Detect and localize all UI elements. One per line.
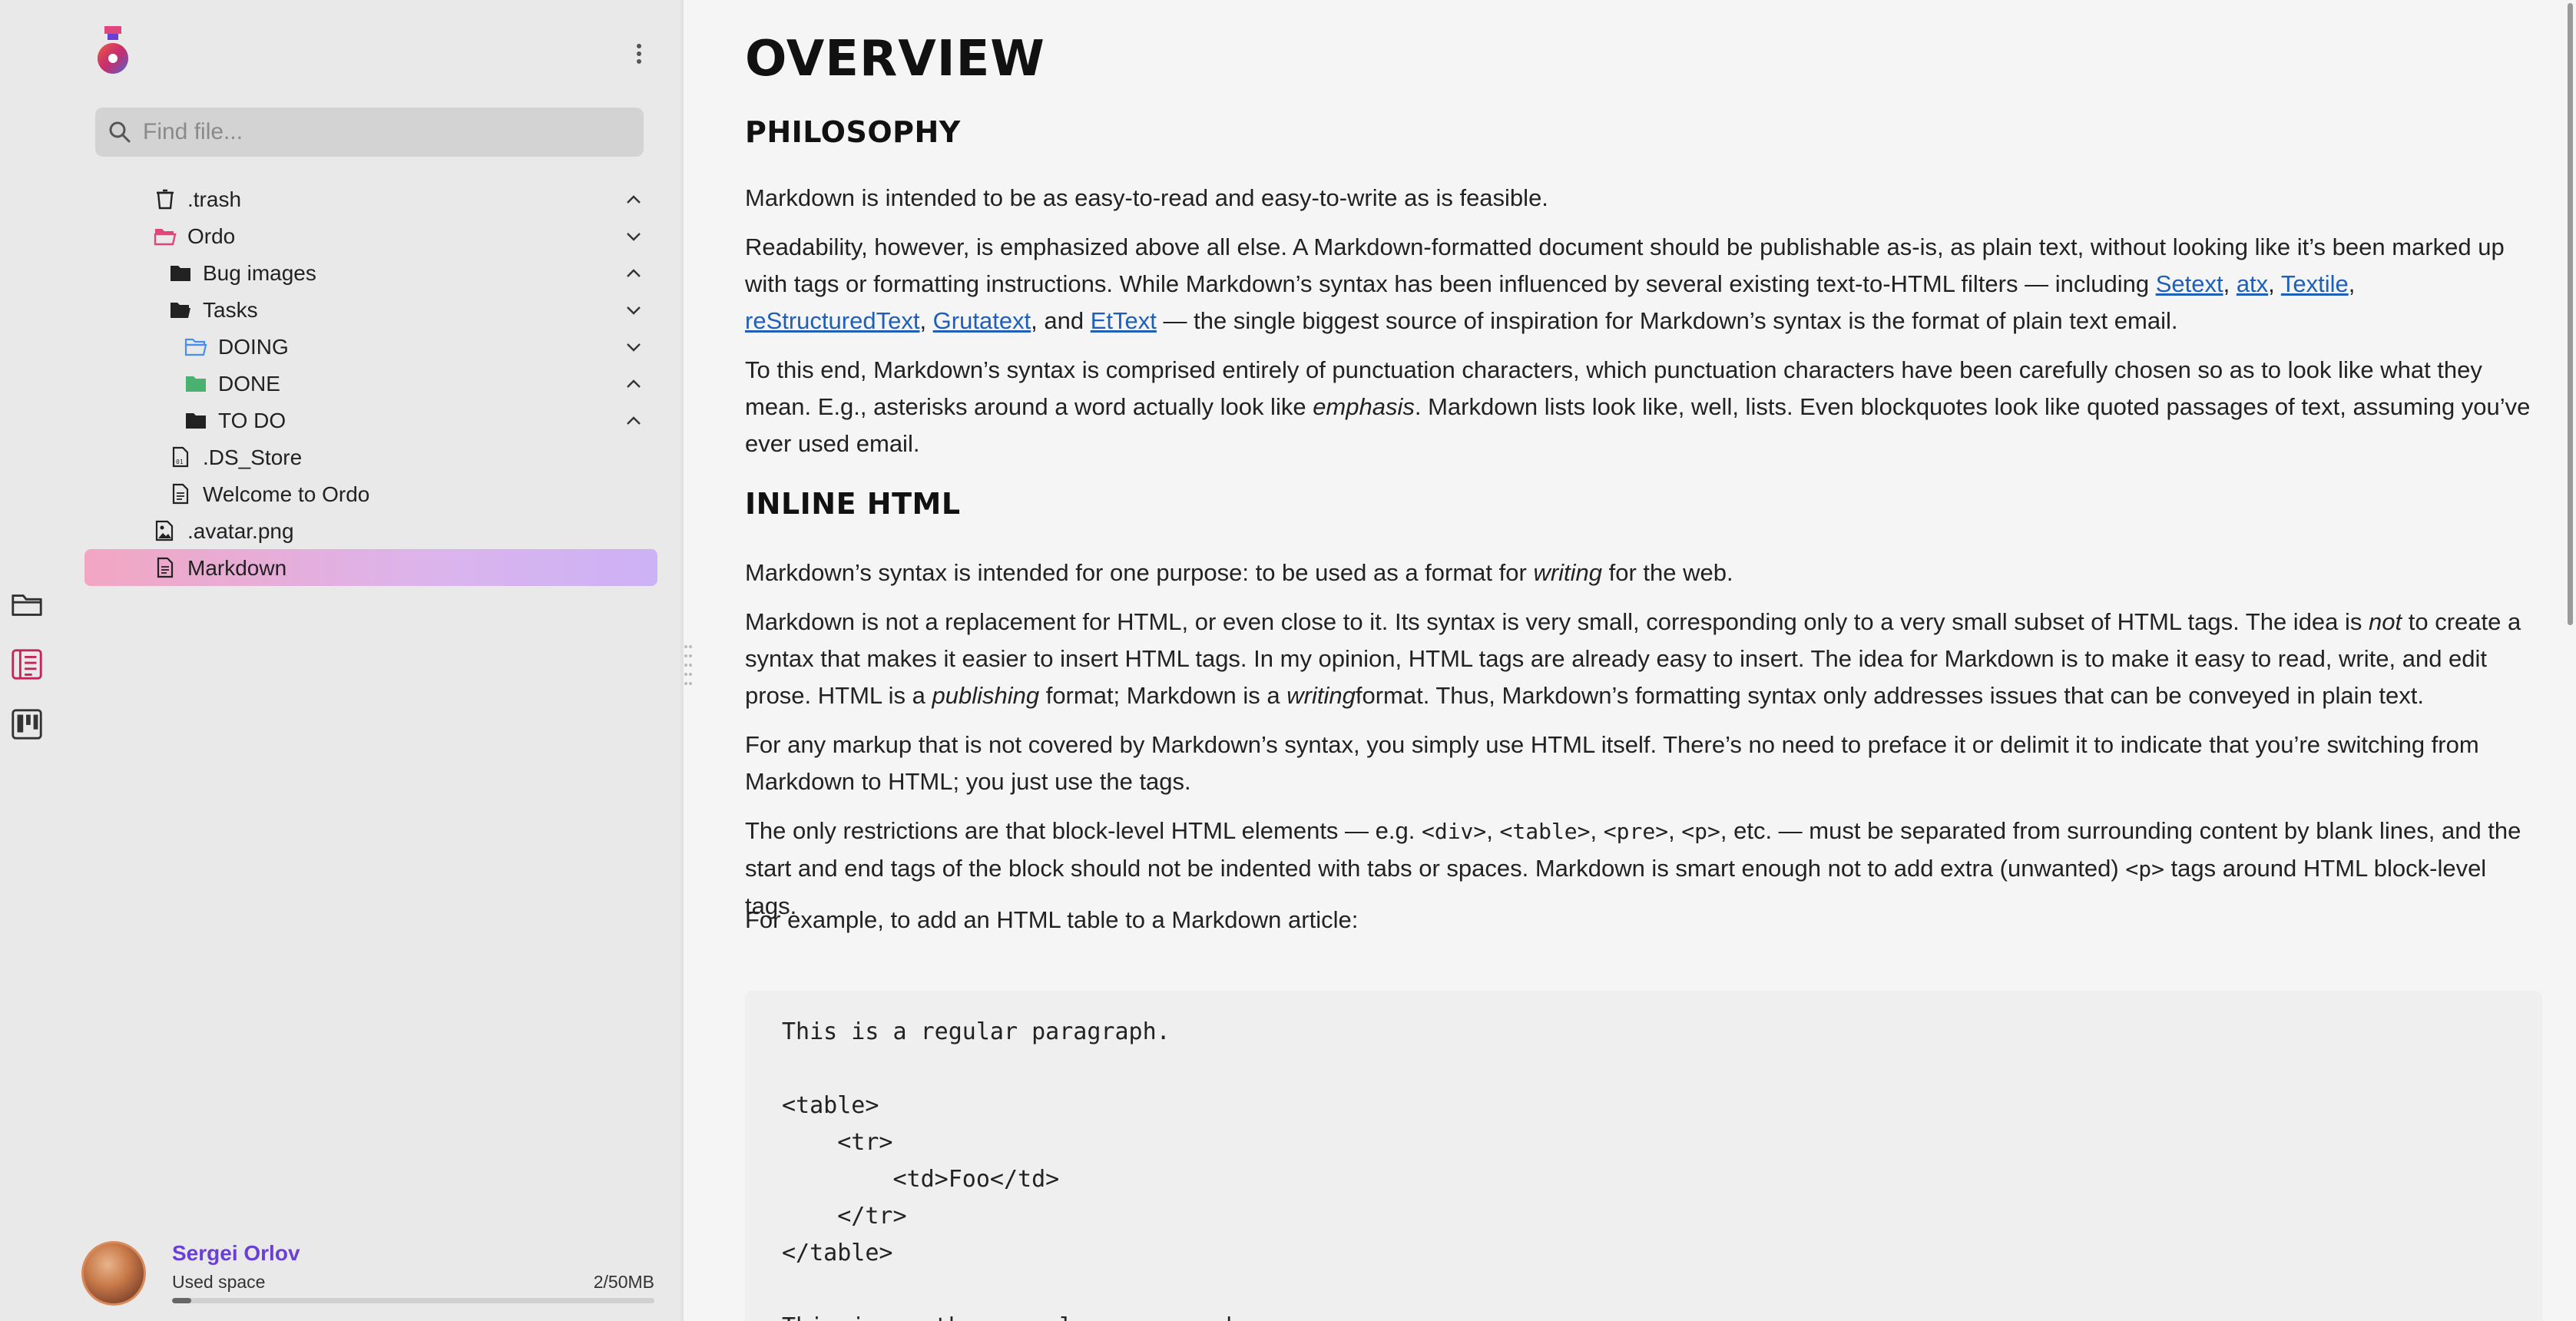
image-file-icon (154, 520, 177, 541)
text-run: format; Markdown is a (1039, 682, 1287, 709)
tree-item-tasks[interactable]: Tasks (84, 291, 657, 328)
paragraph-punctuation: To this end, Markdown’s syntax is compri… (745, 352, 2542, 462)
heading-inline-html: INLINE HTML (745, 487, 961, 521)
link-textile[interactable]: Textile (2281, 270, 2349, 297)
folder-green-icon (184, 372, 207, 394)
chevron-up-icon[interactable] (624, 411, 644, 429)
binary-file-icon: 01 (169, 446, 192, 468)
inline-code: <div> (1421, 819, 1487, 844)
link-ettext[interactable]: EtText (1091, 307, 1157, 334)
user-panel[interactable]: Sergei Orlov Used space 2/50MB (81, 1238, 654, 1309)
code-block[interactable]: This is a regular paragraph. <table> <tr… (745, 991, 2542, 1321)
paragraph: For any markup that is not covered by Ma… (745, 731, 2479, 795)
tree-item-doing[interactable]: DOING (84, 328, 657, 365)
emphasis-text: emphasis (1313, 393, 1415, 420)
chevron-up-icon[interactable] (624, 263, 644, 282)
files-folder-icon[interactable] (8, 585, 46, 624)
tree-item-welcome-to-ordo[interactable]: Welcome to Ordo (84, 475, 657, 512)
ordo-logo-icon (95, 26, 131, 75)
inline-code: <p> (1681, 819, 1720, 844)
document-editor[interactable]: OVERVIEW PHILOSOPHY Markdown is intended… (745, 0, 2542, 1321)
folder-open-icon (169, 299, 192, 320)
chevron-up-icon[interactable] (624, 190, 644, 208)
kanban-icon[interactable] (8, 705, 46, 743)
text-run: Markdown is not a replacement for HTML, … (745, 608, 2369, 635)
chevron-down-icon[interactable] (624, 300, 644, 319)
chevron-up-icon[interactable] (624, 374, 644, 392)
used-space-fill (172, 1298, 192, 1303)
text-run: — the single biggest source of inspirati… (1156, 307, 2178, 334)
emphasis-text: writing (1286, 682, 1356, 709)
more-options-icon[interactable] (631, 38, 647, 69)
link-atx[interactable]: atx (2237, 270, 2268, 297)
folder-open-blue-icon (184, 336, 207, 357)
outline-icon[interactable] (8, 645, 46, 684)
folder-open-pink-icon (154, 225, 177, 247)
user-name: Sergei Orlov (172, 1241, 300, 1265)
activity-rail (0, 0, 54, 1321)
text-run: for the web. (1602, 559, 1733, 586)
text-run: format. Thus, Markdown’s formatting synt… (1355, 682, 2424, 709)
tree-item-label: .avatar.png (187, 519, 294, 543)
tree-item-label: DOING (218, 335, 289, 359)
emphasis-text: not (2369, 608, 2402, 635)
heading-overview: OVERVIEW (745, 31, 1045, 88)
document-icon (154, 557, 177, 578)
document-icon (169, 483, 192, 505)
search-icon (109, 121, 131, 143)
code-text: This is a regular paragraph. <table> <tr… (782, 1018, 1253, 1321)
link-grutatext[interactable]: Grutatext (933, 307, 1031, 334)
tree-item-avatar-png[interactable]: .avatar.png (84, 512, 657, 549)
tree-item-label: Tasks (203, 298, 258, 322)
folder-icon (169, 262, 192, 283)
chevron-down-icon[interactable] (624, 227, 644, 245)
tree-item-bug-images[interactable]: Bug images (84, 254, 657, 291)
used-space-value: 2/50MB (593, 1272, 654, 1292)
search-input[interactable] (141, 118, 636, 146)
inline-code: <table> (1499, 819, 1591, 844)
resize-grip-icon[interactable] (683, 642, 694, 688)
paragraph: For example, to add an HTML table to a M… (745, 906, 1359, 933)
paragraph-readability: Readability, however, is emphasized abov… (745, 233, 2505, 334)
tree-item-trash[interactable]: .trash (84, 180, 657, 217)
tree-item-label: .DS_Store (203, 445, 303, 469)
emphasis-text: writing (1533, 559, 1603, 586)
inline-code: <p> (2125, 856, 2164, 882)
inline-code: <pre> (1603, 819, 1669, 844)
chevron-down-icon[interactable] (624, 337, 644, 356)
text-run: Markdown’s syntax is intended for one pu… (745, 559, 1534, 586)
tree-item-label: DONE (218, 372, 280, 396)
link-setext[interactable]: Setext (2156, 270, 2223, 297)
tree-item-ds-store[interactable]: 01 .DS_Store (84, 439, 657, 475)
tree-item-label: Welcome to Ordo (203, 482, 370, 506)
file-tree: .trash Ordo Bug images Tasks DOING DONE … (84, 180, 657, 586)
search-bar[interactable] (95, 108, 644, 157)
used-space-bar (172, 1298, 654, 1303)
used-space-label: Used space (172, 1272, 266, 1292)
file-explorer-sidebar: .trash Ordo Bug images Tasks (54, 0, 680, 1321)
trash-icon (154, 188, 177, 210)
paragraph-purpose: Markdown’s syntax is intended for one pu… (745, 555, 2542, 591)
tree-item-label: Markdown (187, 556, 287, 580)
heading-philosophy: PHILOSOPHY (745, 115, 961, 149)
text-run: The only restrictions are that block-lev… (745, 817, 1422, 844)
link-restructuredtext[interactable]: reStructuredText (745, 307, 919, 334)
tree-item-label: Bug images (203, 261, 316, 285)
tree-item-ordo[interactable]: Ordo (84, 217, 657, 254)
scrollbar[interactable] (2565, 0, 2576, 1321)
tree-item-label: TO DO (218, 409, 286, 432)
tree-item-to-do[interactable]: TO DO (84, 402, 657, 439)
svg-text:01: 01 (176, 459, 184, 465)
avatar[interactable] (81, 1241, 146, 1306)
tree-item-label: Ordo (187, 224, 236, 248)
tree-item-label: .trash (187, 187, 242, 211)
paragraph-not-replacement: Markdown is not a replacement for HTML, … (745, 604, 2542, 714)
folder-icon (184, 409, 207, 431)
paragraph: Markdown is intended to be as easy-to-re… (745, 184, 1548, 211)
scrollbar-thumb[interactable] (2568, 3, 2573, 625)
emphasis-text: publishing (932, 682, 1040, 709)
tree-item-markdown[interactable]: Markdown (84, 549, 657, 586)
tree-item-done[interactable]: DONE (84, 365, 657, 402)
